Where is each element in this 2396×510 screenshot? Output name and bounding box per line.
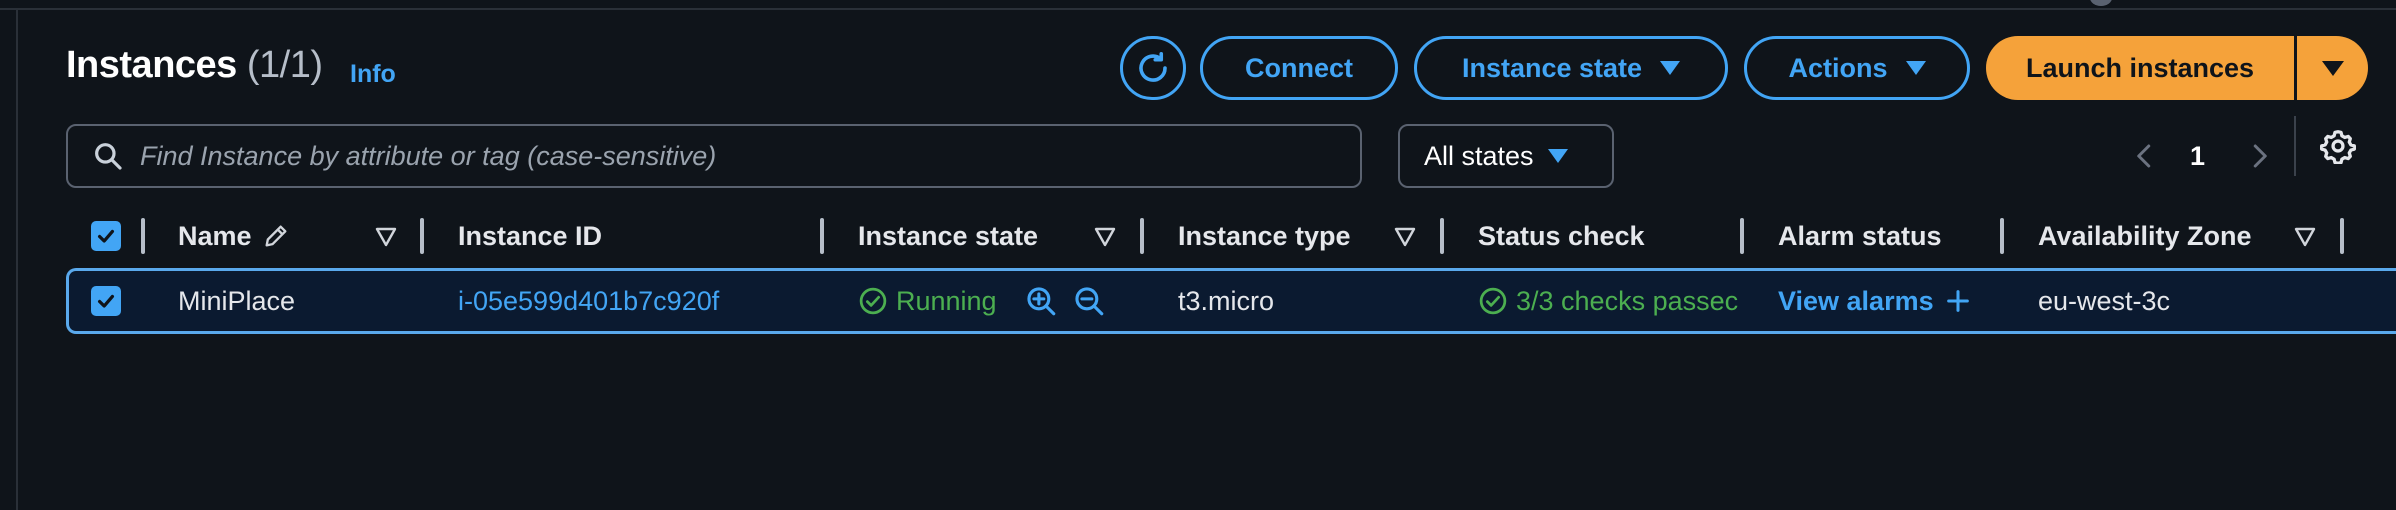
column-separator xyxy=(1440,218,1444,254)
sort-icon[interactable] xyxy=(1093,226,1117,248)
column-separator xyxy=(2340,218,2344,254)
search-icon xyxy=(95,143,122,170)
column-header-status-check[interactable]: Status check xyxy=(1478,216,1645,256)
refresh-button[interactable] xyxy=(1120,36,1186,100)
avatar xyxy=(2090,0,2112,6)
check-circle-icon xyxy=(1479,287,1507,315)
launch-instances-split-button: Launch instances xyxy=(1986,36,2368,100)
actions-label: Actions xyxy=(1788,52,1888,83)
launch-instances-button[interactable]: Launch instances xyxy=(1986,36,2294,100)
column-header-alarm-status[interactable]: Alarm status xyxy=(1778,216,1942,256)
instance-state-label: Instance state xyxy=(1461,52,1643,83)
info-link[interactable]: Info xyxy=(350,60,396,89)
column-header-label: Status check xyxy=(1478,220,1645,251)
column-separator xyxy=(2000,218,2004,254)
previous-page-button[interactable] xyxy=(2130,124,2160,188)
check-circle-icon xyxy=(859,287,887,315)
column-header-label: Name xyxy=(178,220,252,251)
instance-state-value: Running xyxy=(896,285,997,316)
left-divider xyxy=(16,10,18,510)
cell-name: MiniPlace xyxy=(178,285,296,316)
cell-availability-zone: eu-west-3c xyxy=(2038,285,2171,316)
cell-instance-type: t3.micro xyxy=(1178,285,1275,316)
column-header-label: Availability Zone xyxy=(2038,220,2252,251)
page-title: Instances (1/1) xyxy=(66,44,323,87)
preferences-button[interactable] xyxy=(2320,128,2356,169)
column-separator xyxy=(141,218,145,254)
next-page-button[interactable] xyxy=(2244,124,2274,188)
instance-count: (1/1) xyxy=(246,44,323,86)
sort-icon[interactable] xyxy=(374,226,398,248)
check-icon xyxy=(97,294,115,308)
column-header-instance-state[interactable]: Instance state xyxy=(858,216,1038,256)
column-header-availability-zone[interactable]: Availability Zone xyxy=(2038,216,2252,256)
sort-icon[interactable] xyxy=(2293,226,2317,248)
search-input[interactable]: Find Instance by attribute or tag (case-… xyxy=(66,124,1362,188)
zoom-in-icon[interactable] xyxy=(1024,284,1058,318)
view-alarms-link[interactable]: View alarms xyxy=(1778,286,1972,316)
zoom-out-icon[interactable] xyxy=(1072,284,1106,318)
column-header-label: Instance ID xyxy=(458,220,603,251)
column-header-instance-type[interactable]: Instance type xyxy=(1178,216,1351,256)
column-separator xyxy=(1740,218,1744,254)
caret-down-icon xyxy=(1547,149,1568,163)
instance-state-button[interactable]: Instance state xyxy=(1414,36,1728,100)
search-placeholder: Find Instance by attribute or tag (case-… xyxy=(140,140,717,171)
pencil-icon xyxy=(265,225,287,247)
chevron-left-icon xyxy=(2137,144,2151,168)
column-header-label: Instance state xyxy=(858,220,1039,251)
column-separator xyxy=(820,218,824,254)
select-all-checkbox[interactable] xyxy=(91,221,121,251)
caret-down-icon xyxy=(1660,61,1681,75)
cell-instance-state: Running xyxy=(858,286,997,316)
plus-icon xyxy=(1946,290,1969,312)
top-border xyxy=(0,0,2396,10)
launch-dropdown-button[interactable] xyxy=(2297,36,2368,100)
page-number[interactable]: 1 xyxy=(2190,124,2205,188)
column-header-name[interactable]: Name xyxy=(178,216,290,256)
gear-icon xyxy=(2320,130,2356,165)
connect-button[interactable]: Connect xyxy=(1200,36,1398,100)
actions-button[interactable]: Actions xyxy=(1744,36,1970,100)
row-checkbox[interactable] xyxy=(91,286,121,316)
page-title-text: Instances xyxy=(66,44,237,86)
state-filter-select[interactable]: All states xyxy=(1398,124,1614,188)
cell-instance-id-link[interactable]: i-05e599d401b7c920f xyxy=(458,286,719,316)
status-check-value: 3/3 checks passec xyxy=(1516,286,1739,316)
cell-status-check: 3/3 checks passec xyxy=(1478,286,1740,316)
refresh-icon xyxy=(1139,51,1167,82)
sort-icon[interactable] xyxy=(1393,226,1417,248)
launch-instances-label: Launch instances xyxy=(2025,52,2255,83)
state-filter-value: All states xyxy=(1424,140,1534,171)
pagination-divider xyxy=(2294,116,2296,176)
column-header-instance-id[interactable]: Instance ID xyxy=(458,216,602,256)
column-header-label: Alarm status xyxy=(1778,220,1942,251)
chevron-right-icon xyxy=(2253,144,2267,168)
column-header-label: Instance type xyxy=(1178,220,1351,251)
caret-down-icon xyxy=(2321,60,2344,76)
connect-label: Connect xyxy=(1245,52,1353,83)
check-icon xyxy=(97,229,115,243)
column-separator xyxy=(1140,218,1144,254)
caret-down-icon xyxy=(1905,61,1926,75)
alarm-status-value: View alarms xyxy=(1778,285,1934,316)
column-separator xyxy=(420,218,424,254)
